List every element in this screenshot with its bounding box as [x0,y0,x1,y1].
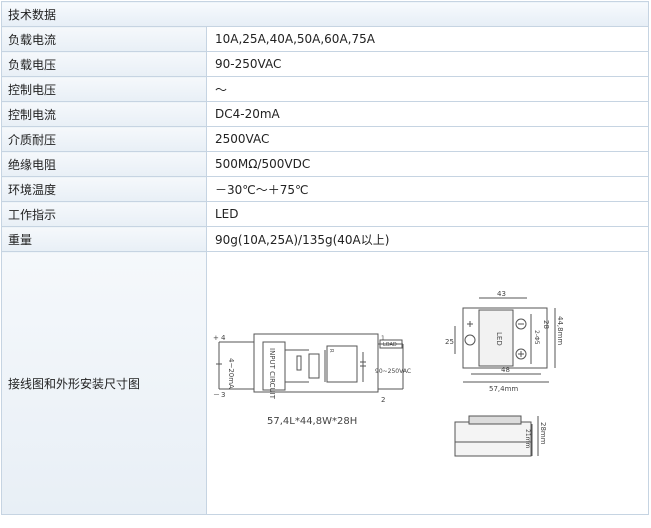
row-value: 10A,25A,40A,50A,60A,75A [206,26,649,52]
dim-hole: 2-Φ5 [533,330,540,345]
minus-sign: － [213,391,220,399]
dim-25: 25 [445,338,454,346]
table-row: 环境温度 －30℃～＋75℃ [1,176,649,202]
dim-21: 21mm [524,429,531,448]
terminal-4: 4 [221,334,226,342]
row-value: LED [206,201,649,227]
row-label: 重量 [1,226,207,252]
row-value: ～ [206,76,649,102]
dim-28: 28 [542,320,550,329]
table-row: 介质耐压 2500VAC [1,126,649,152]
terminal-1: 1 [381,335,385,342]
row-value: 2500VAC [206,126,649,152]
table-row: 负载电流 10A,25A,40A,50A,60A,75A [1,26,649,52]
table-row: 绝缘电阻 500MΩ/500VDC [1,151,649,177]
row-label: 负载电流 [1,26,207,52]
spec-title: 技术数据 [1,1,649,27]
table-row: 重量 90g(10A,25A)/135g(40A以上) [1,226,649,252]
plus-sign: + [213,334,219,342]
row-label: 负载电压 [1,51,207,77]
dim-44: 44,8mm [556,316,564,345]
wiring-diagram [216,333,404,393]
table-row: 控制电流 DC4-20mA [1,101,649,127]
diagram-row: 接线图和外形安装尺寸图 4 + 3 － 4~20mA INPUT CIRCUIT… [1,251,649,515]
table-row: 负载电压 90-250VAC [1,51,649,77]
row-value: －30℃～＋75℃ [206,176,649,202]
load-label: LOAD [383,342,397,348]
diagram-label: 接线图和外形安装尺寸图 [1,251,207,515]
input-circuit-label: INPUT CIRCUIT [268,348,276,400]
row-label: 介质耐压 [1,126,207,152]
load-voltage: 90~250VAC [375,368,411,375]
led-text: LED [495,332,503,346]
row-label: 控制电流 [1,101,207,127]
row-label: 环境温度 [1,176,207,202]
row-label: 工作指示 [1,201,207,227]
dim-48: 48 [501,366,510,374]
row-label: 绝缘电阻 [1,151,207,177]
row-value: 90-250VAC [206,51,649,77]
dimensions-caption: 57,4L*44,8W*28H [267,416,357,427]
wiring-dimension-diagram: 4 + 3 － 4~20mA INPUT CIRCUIT R 1 2 LOAD … [213,290,564,457]
table-row: 工作指示 LED [1,201,649,227]
resistor [296,355,302,371]
dim-57: 57,4mm [489,385,518,393]
spec-header-row: 技术数据 [1,1,649,27]
terminal-3: 3 [221,391,225,399]
diagram-cell: 4 + 3 － 4~20mA INPUT CIRCUIT R 1 2 LOAD … [206,251,649,515]
table-row: 控制电压 ～ [1,76,649,102]
circuit-small-label: R [328,349,334,353]
row-label: 控制电压 [1,76,207,102]
dim-28mm: 28mm [539,422,547,445]
row-value: 90g(10A,25A)/135g(40A以上) [206,226,649,252]
terminal-2: 2 [381,396,385,404]
input-current: 4~20mA [227,358,235,389]
transistor-block [308,353,320,379]
row-value: 500MΩ/500VDC [206,151,649,177]
row-value: DC4-20mA [206,101,649,127]
spec-table: 技术数据 负载电流 10A,25A,40A,50A,60A,75A 负载电压 9… [1,1,649,515]
dim-43: 43 [497,290,506,298]
